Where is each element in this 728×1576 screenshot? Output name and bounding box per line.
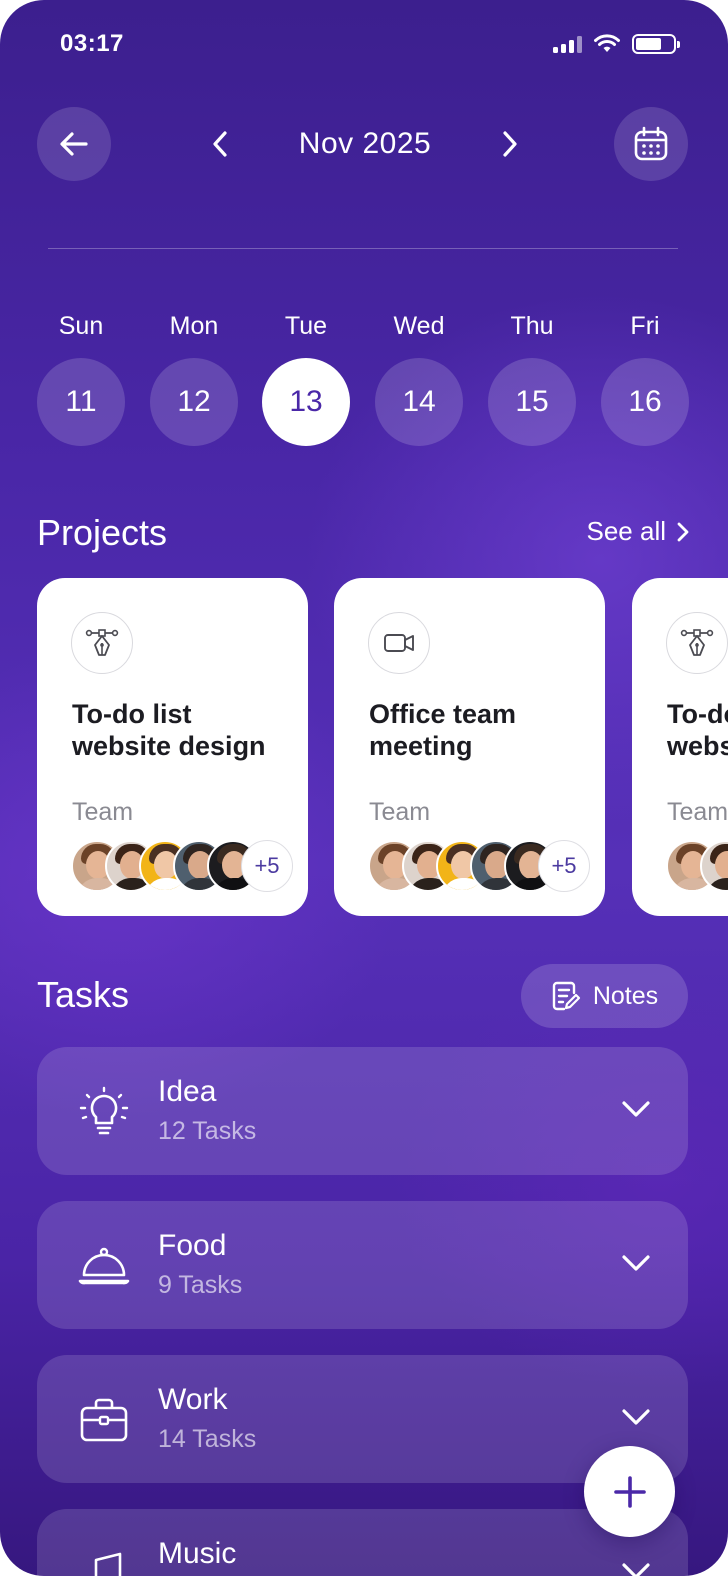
projects-carousel: To-do list website design Team +5 Office… xyxy=(37,578,728,916)
more-members-badge: +5 xyxy=(241,840,293,892)
plus-icon xyxy=(613,1475,646,1508)
tasks-title: Tasks xyxy=(37,974,130,1015)
day-mon[interactable]: Mon 12 xyxy=(150,310,238,446)
day-number: 14 xyxy=(375,358,463,446)
notes-icon xyxy=(552,981,580,1011)
status-icons xyxy=(553,34,680,54)
lightbulb-icon xyxy=(77,1085,131,1139)
battery-icon xyxy=(632,34,680,54)
next-month-button[interactable] xyxy=(490,118,530,170)
task-name: Idea xyxy=(158,1075,217,1108)
project-title: Office team meeting xyxy=(369,699,517,761)
notes-button[interactable]: Notes xyxy=(521,964,688,1028)
day-number: 11 xyxy=(37,358,125,446)
arrow-left-icon xyxy=(60,132,88,156)
day-name: Mon xyxy=(169,312,219,340)
chevron-down-icon[interactable] xyxy=(618,1399,654,1435)
task-count: 9 Tasks xyxy=(158,1271,243,1299)
month-label: Nov 2025 xyxy=(298,127,432,160)
day-number-selected: 13 xyxy=(262,358,350,446)
task-name: Music xyxy=(158,1537,237,1570)
project-card[interactable]: To-do list website design Team +5 xyxy=(37,578,308,916)
projects-title: Projects xyxy=(37,512,168,553)
header-divider xyxy=(48,248,678,249)
team-label: Team xyxy=(72,798,134,826)
food-cloche-icon xyxy=(77,1239,131,1293)
day-sun[interactable]: Sun 11 xyxy=(37,310,125,446)
chevron-down-icon[interactable] xyxy=(618,1553,654,1576)
add-button[interactable] xyxy=(584,1446,675,1537)
project-title: To-do list website design xyxy=(72,699,266,761)
day-thu[interactable]: Thu 15 xyxy=(488,310,576,446)
day-name: Tue xyxy=(284,312,328,340)
project-card[interactable]: Office team meeting Team +5 xyxy=(334,578,605,916)
month-navigator: Nov 2025 xyxy=(200,118,530,170)
status-time: 03:17 xyxy=(60,30,124,57)
task-category-food[interactable]: Food 9 Tasks xyxy=(37,1201,688,1329)
see-all-label: See all xyxy=(586,516,667,546)
signal-icon xyxy=(553,35,582,53)
back-button[interactable] xyxy=(37,107,111,181)
task-category-idea[interactable]: Idea 12 Tasks xyxy=(37,1047,688,1175)
day-name: Sun xyxy=(58,312,104,340)
music-icon xyxy=(77,1547,131,1576)
team-label: Team xyxy=(369,798,431,826)
calendar-button[interactable] xyxy=(614,107,688,181)
team-label: Team xyxy=(667,798,728,826)
app-screen: 03:17 Nov 2025 Sun 11 Mon 12 Tue 13 Wed … xyxy=(0,0,728,1576)
notes-label: Notes xyxy=(592,981,659,1010)
day-wed[interactable]: Wed 14 xyxy=(375,310,463,446)
pen-tool-icon xyxy=(666,612,728,674)
task-category-music[interactable]: Music xyxy=(37,1509,688,1576)
day-tue[interactable]: Tue 13 xyxy=(262,310,350,446)
day-name: Wed xyxy=(393,312,445,340)
project-card[interactable]: To-do list website design Team +5 xyxy=(632,578,728,916)
project-title: To-do list website design xyxy=(667,699,728,761)
day-name: Thu xyxy=(510,312,554,340)
day-fri[interactable]: Fri 16 xyxy=(601,310,689,446)
chevron-right-icon xyxy=(503,131,517,157)
briefcase-icon xyxy=(77,1393,131,1447)
prev-month-button[interactable] xyxy=(200,118,240,170)
task-name: Work xyxy=(158,1383,228,1416)
chevron-down-icon[interactable] xyxy=(618,1245,654,1281)
pen-tool-icon xyxy=(71,612,133,674)
task-name: Food xyxy=(158,1229,227,1262)
see-all-link[interactable]: See all xyxy=(587,516,691,547)
day-number: 16 xyxy=(601,358,689,446)
chevron-right-icon xyxy=(677,522,689,541)
chevron-down-icon[interactable] xyxy=(618,1091,654,1127)
video-camera-icon xyxy=(368,612,430,674)
task-count: 14 Tasks xyxy=(158,1425,257,1453)
calendar-icon xyxy=(634,126,668,161)
day-number: 15 xyxy=(488,358,576,446)
day-number: 12 xyxy=(150,358,238,446)
task-count: 12 Tasks xyxy=(158,1117,257,1145)
more-members-badge: +5 xyxy=(538,840,590,892)
task-category-work[interactable]: Work 14 Tasks xyxy=(37,1355,688,1483)
wifi-icon xyxy=(594,34,620,52)
chevron-left-icon xyxy=(213,131,227,157)
day-name: Fri xyxy=(630,312,660,340)
